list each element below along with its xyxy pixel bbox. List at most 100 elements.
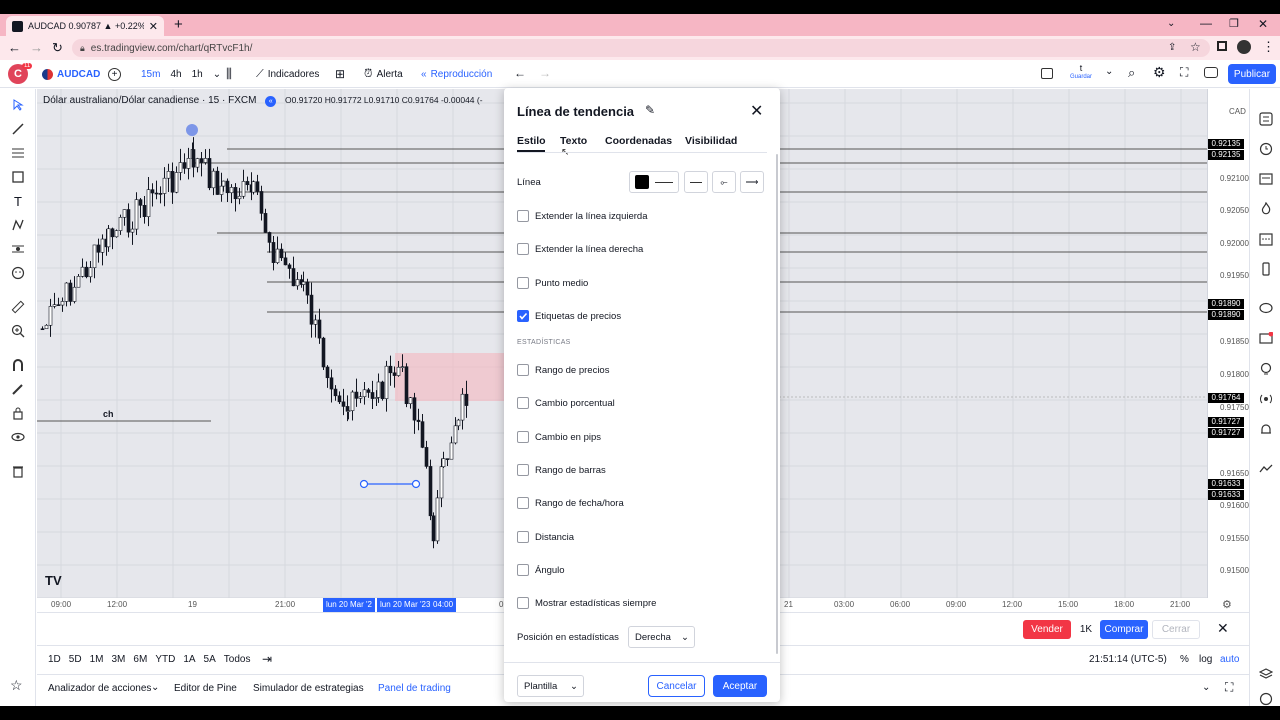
tab-pine-editor[interactable]: Editor de Pine — [174, 683, 237, 694]
stat-checkbox[interactable] — [517, 563, 529, 576]
tab-stock-screener[interactable]: Analizador de acciones — [48, 683, 151, 694]
help-icon[interactable] — [1256, 689, 1276, 706]
sell-button[interactable]: Vender — [1023, 620, 1071, 639]
close-window-icon[interactable]: ✕ — [1258, 17, 1268, 31]
tab-text[interactable]: Texto — [560, 135, 587, 147]
stat-checkbox[interactable] — [517, 597, 529, 610]
alert-button[interactable]: ⏰︎ Alerta — [364, 60, 403, 88]
supply-zone[interactable] — [395, 353, 507, 401]
emoji-icon[interactable] — [8, 263, 28, 283]
edit-pencil-icon[interactable]: ✎ — [645, 103, 655, 117]
text-icon[interactable]: T — [8, 191, 28, 211]
quantity-field[interactable]: 1K — [1075, 620, 1097, 639]
line-style-button[interactable] — [684, 171, 708, 193]
publish-button[interactable]: Publicar — [1228, 64, 1276, 84]
ideas-bulb-icon[interactable] — [1256, 359, 1276, 379]
range-6m[interactable]: 6M — [133, 654, 147, 665]
interval-dropdown-icon[interactable]: ⌄ — [213, 69, 221, 80]
close-position-button[interactable]: Cerrar — [1152, 620, 1200, 639]
layout-button[interactable]: ⊞ — [335, 60, 345, 88]
tab-list-icon[interactable]: ⌄ — [1167, 18, 1175, 29]
symbol-search-button[interactable]: AUDCAD — [42, 60, 100, 88]
sidebar-toggle-icon[interactable] — [1217, 41, 1227, 51]
option-checkbox[interactable] — [517, 210, 529, 222]
alerts-clock-icon[interactable] — [1256, 139, 1276, 159]
line-color-picker[interactable] — [629, 171, 679, 193]
undo-icon[interactable]: ← — [514, 66, 526, 80]
gear-icon[interactable]: ⚙︎ — [1153, 64, 1166, 81]
close-icon[interactable]: ✕ — [750, 101, 763, 121]
fib-icon[interactable] — [8, 143, 28, 163]
option-checkbox[interactable] — [517, 276, 529, 289]
tab-trading-panel[interactable]: Panel de trading — [378, 683, 451, 694]
accept-button[interactable]: Aceptar — [713, 675, 767, 697]
clock-readout[interactable]: 21:51:14 (UTC-5) — [1089, 654, 1167, 665]
calendar-icon[interactable] — [1256, 229, 1276, 249]
line-start-button[interactable]: ⟜ — [712, 171, 736, 193]
stat-checkbox[interactable] — [517, 497, 529, 510]
price-axis[interactable]: CAD 0.92100 0.92050 0.92000 0.91950 0.91… — [1207, 89, 1249, 598]
search-icon[interactable]: ⌕ — [1128, 65, 1135, 81]
data-window-icon[interactable] — [1256, 169, 1276, 189]
chat-icon[interactable] — [1256, 299, 1276, 319]
template-select[interactable]: Plantilla ⌄ — [517, 675, 584, 697]
prediction-icon[interactable] — [8, 239, 28, 259]
phone-icon[interactable] — [1256, 259, 1276, 279]
interval-4h[interactable]: 4h — [170, 69, 181, 80]
pencil-lock-icon[interactable] — [8, 379, 28, 399]
cursor-icon[interactable] — [8, 95, 28, 115]
currency-label[interactable]: CAD — [1229, 107, 1246, 116]
range-3m[interactable]: 3M — [112, 654, 126, 665]
collapse-icon[interactable]: ⌄ — [1202, 682, 1210, 693]
ruler-icon[interactable] — [8, 297, 28, 317]
forward-icon[interactable]: → — [30, 40, 43, 55]
bookmark-star-icon[interactable]: ☆ — [1190, 40, 1201, 54]
auto-toggle[interactable]: auto — [1220, 654, 1239, 665]
layers-icon[interactable] — [1256, 664, 1276, 684]
save-button[interactable]: t Guardar — [1068, 64, 1094, 82]
stat-checkbox[interactable] — [517, 430, 529, 443]
stat-checkbox[interactable] — [517, 397, 529, 410]
stat-checkbox[interactable] — [517, 364, 529, 376]
maximize-panel-icon[interactable]: ⛶ — [1225, 680, 1233, 695]
dialog-scrollbar[interactable] — [776, 154, 778, 654]
messages-icon[interactable] — [1256, 329, 1276, 349]
stat-checkbox[interactable] — [517, 463, 529, 476]
interval-1h[interactable]: 1h — [192, 69, 203, 80]
trendline-handle[interactable] — [359, 479, 369, 489]
range-5d[interactable]: 5D — [69, 654, 82, 665]
favorites-star-icon[interactable]: ☆ — [10, 677, 23, 694]
option-checkbox[interactable] — [517, 243, 529, 256]
trash-icon[interactable] — [8, 461, 28, 481]
back-icon[interactable]: ← — [8, 40, 21, 55]
calendar-icon[interactable]: ⇥ — [262, 652, 272, 666]
zoom-in-icon[interactable] — [8, 321, 28, 341]
range-all[interactable]: Todos — [224, 654, 251, 665]
magnet-icon[interactable] — [8, 355, 28, 375]
profile-avatar[interactable] — [1237, 40, 1251, 54]
lock-icon[interactable] — [8, 403, 28, 423]
rectangle-icon[interactable] — [8, 167, 28, 187]
indicators-button[interactable]: ⟋ Indicadores — [256, 60, 319, 88]
tab-visibility[interactable]: Visibilidad — [685, 135, 737, 147]
trend-line-icon[interactable] — [8, 119, 28, 139]
stats-position-select[interactable]: Derecha ⌄ — [628, 626, 695, 648]
tab-coordinates[interactable]: Coordenadas — [605, 135, 672, 147]
option-checkbox[interactable] — [517, 309, 529, 322]
chevron-down-icon[interactable]: ⌄ — [151, 682, 159, 693]
stat-checkbox[interactable] — [517, 530, 529, 543]
redo-icon[interactable]: → — [539, 66, 551, 80]
eye-icon[interactable] — [8, 427, 28, 447]
maximize-icon[interactable]: ❐ — [1229, 17, 1239, 30]
tab-style[interactable]: Estilo — [517, 135, 546, 152]
range-1m[interactable]: 1M — [90, 654, 104, 665]
browser-menu-icon[interactable]: ⋮ — [1262, 39, 1275, 55]
tab-strategy-tester[interactable]: Simulador de estrategias — [253, 683, 364, 694]
layout-select-icon[interactable] — [1041, 68, 1053, 79]
watchlist-icon[interactable] — [1256, 109, 1276, 129]
notifications-bell-icon[interactable] — [1256, 419, 1276, 439]
compare-button[interactable]: + — [108, 60, 121, 88]
legend-replay-icon[interactable]: « — [265, 96, 277, 107]
save-dropdown-icon[interactable]: ⌄ — [1105, 66, 1113, 77]
buy-button[interactable]: Comprar — [1100, 620, 1148, 639]
